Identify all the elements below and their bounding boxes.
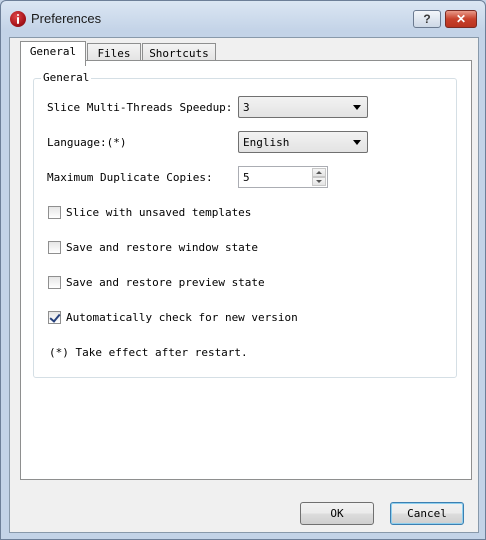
save-window-state-label: Save and restore window state (66, 241, 259, 254)
slice-threads-label: Slice Multi-Threads Speedup: (47, 101, 233, 114)
title-bar[interactable]: Preferences ? ✕ (1, 1, 485, 37)
general-groupbox: General Slice Multi-Threads Speedup: 3 L… (33, 71, 457, 378)
save-preview-state-label: Save and restore preview state (66, 276, 265, 289)
ok-button[interactable]: OK (300, 502, 374, 525)
max-copies-spinbox[interactable]: 5 (238, 166, 328, 188)
dialog-client-area: General Files Shortcuts General Slice Mu… (9, 37, 479, 533)
help-button[interactable]: ? (413, 10, 441, 28)
save-window-state-checkbox[interactable] (48, 241, 61, 254)
restart-note: (*) Take effect after restart. (49, 346, 248, 359)
slice-unsaved-templates-label: Slice with unsaved templates (66, 206, 252, 219)
max-copies-value: 5 (243, 171, 250, 184)
groupbox-title: General (41, 71, 92, 84)
auto-check-version-label: Automatically check for new version (66, 311, 298, 324)
cancel-button[interactable]: Cancel (390, 502, 464, 525)
auto-check-version-checkbox[interactable] (48, 311, 61, 324)
app-info-icon (10, 11, 26, 27)
save-preview-state-checkbox[interactable] (48, 276, 61, 289)
slice-threads-value: 3 (243, 101, 250, 114)
tab-general[interactable]: General (20, 41, 86, 66)
language-dropdown[interactable]: English (238, 131, 368, 153)
max-copies-label: Maximum Duplicate Copies: (47, 171, 213, 184)
language-value: English (243, 136, 290, 149)
chevron-down-icon (353, 105, 361, 110)
slice-unsaved-templates-checkbox[interactable] (48, 206, 61, 219)
close-button[interactable]: ✕ (445, 10, 477, 28)
language-label: Language:(*) (47, 136, 127, 149)
slice-threads-dropdown[interactable]: 3 (238, 96, 368, 118)
spin-up-arrow-icon[interactable] (312, 168, 326, 177)
chevron-down-icon (353, 140, 361, 145)
general-tab-panel: General Slice Multi-Threads Speedup: 3 L… (20, 60, 472, 480)
window-title: Preferences (31, 11, 102, 26)
preferences-window: Preferences ? ✕ General Files Shortcuts … (0, 0, 486, 540)
spin-down-arrow-icon[interactable] (312, 177, 326, 186)
